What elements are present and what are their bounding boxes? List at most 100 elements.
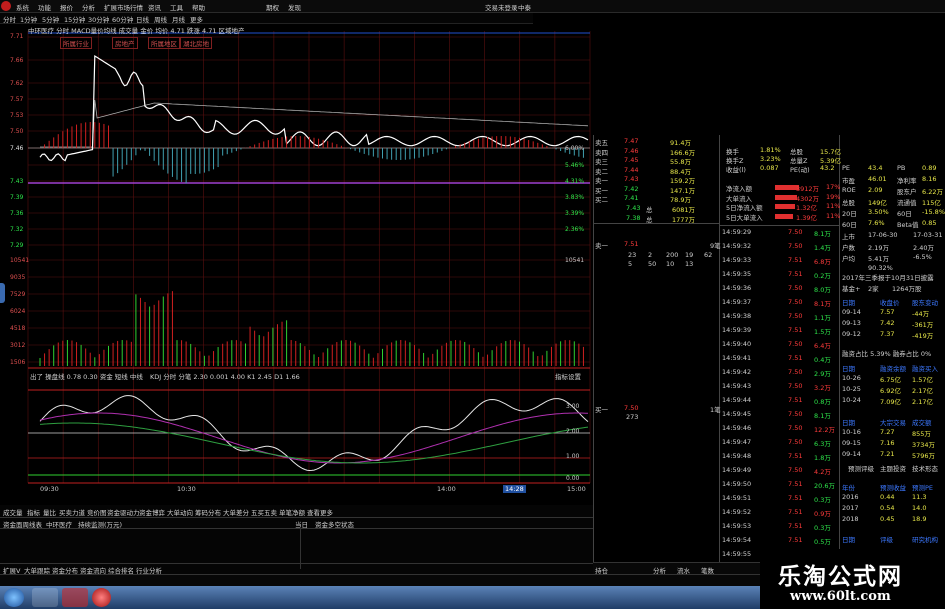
tick-time: 14:59:36 xyxy=(722,284,752,292)
time-tick: 10:30 xyxy=(177,485,196,493)
tick-time: 14:59:29 xyxy=(722,228,752,236)
capital-flow-label: 大单流入 xyxy=(726,194,752,203)
tick-price: 7.50 xyxy=(788,284,803,292)
f10-table-cell: 2018 xyxy=(842,515,859,523)
pct-tick: 3.83% xyxy=(565,194,585,201)
bottom-panel: 成交量 指标 量比 买卖力道 竞价图 资金驱动力 资金博弈 大单动向 筹码分布 … xyxy=(0,505,593,575)
tick-volume: 1.5万 xyxy=(814,328,831,336)
menu-item-analysis[interactable]: 分析 xyxy=(82,2,95,12)
rating-header: 研究机构 xyxy=(912,536,938,544)
bottom-tab-five-levels[interactable]: 五买五卖 xyxy=(251,507,277,517)
taskbar-app-icon[interactable] xyxy=(92,588,111,607)
bottom-tab-big-order[interactable]: 大单动向 xyxy=(167,507,193,517)
intraday-chart[interactable]: 中环医疗 分时 MACD量价均线 成交量 金价 均价 4.71 跌涨 4.71 … xyxy=(0,23,593,505)
tag-hubei[interactable]: 湖北房地 xyxy=(180,37,212,49)
indicator-line-purple xyxy=(39,412,589,464)
tag-region[interactable]: 所属地区 xyxy=(148,37,180,49)
f10-value: 17-03-31 xyxy=(913,231,943,239)
tick-price: 7.51 xyxy=(788,256,803,264)
bottom-tab-volume[interactable]: 成交量 xyxy=(3,507,23,517)
menu-item-function[interactable]: 功能 xyxy=(38,2,51,12)
f10-table-cell: 7.09亿 xyxy=(880,398,901,406)
bottom-tab-indicator[interactable]: 指标 xyxy=(27,507,40,517)
volume-tick: 9035 xyxy=(10,274,26,281)
trade-login-status[interactable]: 交易未登录 xyxy=(485,2,518,12)
bottom-tab-more[interactable]: 查看更多 xyxy=(307,507,333,517)
tick-time: 14:59:35 xyxy=(722,270,752,278)
tick-price: 7.51 xyxy=(788,536,803,544)
price-tick: 7.29 xyxy=(10,242,24,249)
price-tick: 7.50 xyxy=(10,128,24,135)
menu-item-quote[interactable]: 报价 xyxy=(60,2,73,12)
bottom-tab-big-diff[interactable]: 大单差分 xyxy=(223,507,249,517)
start-button-icon[interactable] xyxy=(4,588,24,607)
buy1-queue: 273 xyxy=(626,413,639,421)
tick-price: 7.51 xyxy=(788,452,803,460)
bottom-tab-auction[interactable]: 竞价图 xyxy=(87,507,107,517)
price-tick: 7.32 xyxy=(10,226,24,233)
f10-table-cell: 7.37 xyxy=(880,330,895,338)
orderbook-level-volume: 159.2万 xyxy=(670,177,696,185)
orderbook-total-value: 1777万 xyxy=(672,215,696,224)
bottom-tab-bid-ask-force[interactable]: 买卖力道 xyxy=(59,507,85,517)
tick-time: 14:59:52 xyxy=(722,508,752,516)
price-tick: 7.39 xyxy=(10,194,24,201)
tick-volume: 1.1万 xyxy=(814,314,831,322)
f10-value: 8.16 xyxy=(922,175,937,183)
today-label: 当日 xyxy=(295,521,308,529)
tick-price: 7.51 xyxy=(788,270,803,278)
bottom-tab-chip[interactable]: 筹码分布 xyxy=(195,507,221,517)
menu-item-tools[interactable]: 工具 xyxy=(170,2,183,12)
tag-industry[interactable]: 所属行业 xyxy=(60,37,92,49)
tick-time: 14:59:45 xyxy=(722,410,752,418)
capital-table-title: 资金面周线表 xyxy=(3,521,42,529)
tick-price: 7.50 xyxy=(788,340,803,348)
taskbar-app-icon[interactable] xyxy=(62,588,88,607)
volume-tick: 3012 xyxy=(10,342,26,349)
indicator-settings-button[interactable]: 指标设置 xyxy=(555,371,581,381)
chart-canvas xyxy=(27,31,591,484)
taskbar-app-icon[interactable] xyxy=(32,588,58,607)
f10-table-cell: 2.17亿 xyxy=(912,398,933,406)
f10-value: 0.89 xyxy=(922,164,937,172)
capital-monitor-unit: 持续监测(万元) xyxy=(78,521,123,529)
f10-table-header: 大宗交易 xyxy=(880,419,906,427)
f10-label: 60日 xyxy=(897,210,912,218)
menu-item-options[interactable]: 期权 xyxy=(266,2,279,12)
pct-tick: 6.00% xyxy=(565,145,585,152)
f10-value: 115亿 xyxy=(922,199,941,207)
left-panel-toggle-icon[interactable] xyxy=(0,283,5,303)
forecast-tab[interactable]: 技术形态 xyxy=(912,463,938,473)
time-tick: 09:30 xyxy=(40,485,59,493)
capital-flow-pct: 19% xyxy=(826,192,841,201)
tick-price: 7.50 xyxy=(788,368,803,376)
orderbook-level-volume: 166.6万 xyxy=(670,148,696,157)
menu-item-system[interactable]: 系统 xyxy=(16,2,29,12)
tag-real-estate[interactable]: 房地产 xyxy=(112,37,138,49)
bottom-tab-volume-ratio[interactable]: 量比 xyxy=(43,507,56,517)
menu-item-extended-market[interactable]: 扩展市场行情 xyxy=(104,2,143,12)
bottom-tab-single-net[interactable]: 单笔净额 xyxy=(279,507,305,517)
f10-table-cell: -419万 xyxy=(912,332,934,340)
f10-label: ROE xyxy=(842,186,856,194)
f10-table-cell: 10-24 xyxy=(842,396,861,404)
f10-table-cell: 09-12 xyxy=(842,330,861,338)
order-book-panel xyxy=(593,135,720,574)
f10-table-header: 融资买入 xyxy=(912,365,938,373)
tick-price: 7.50 xyxy=(788,298,803,306)
f10-table-cell: -44万 xyxy=(912,310,930,318)
f10-value: 5.41万 xyxy=(868,255,889,263)
tick-price: 7.50 xyxy=(788,410,803,418)
f10-table-header: 预测PE xyxy=(912,484,934,492)
menu-item-discover[interactable]: 发现 xyxy=(288,2,301,12)
price-tick: 7.57 xyxy=(10,96,24,103)
tick-time: 14:59:49 xyxy=(722,466,752,474)
forecast-tab[interactable]: 主题投资 xyxy=(880,463,906,473)
bottom-tab-capital-game[interactable]: 资金博弈 xyxy=(139,507,165,517)
menu-item-news[interactable]: 资讯 xyxy=(148,2,161,12)
pct-tick: 2.36% xyxy=(565,226,585,233)
watermark-url: www.60lt.com xyxy=(790,589,891,604)
bottom-tab-capital-drive[interactable]: 资金驱动力 xyxy=(107,507,140,517)
menu-item-help[interactable]: 帮助 xyxy=(192,2,205,12)
forecast-tab[interactable]: 预测评级 xyxy=(848,463,874,473)
